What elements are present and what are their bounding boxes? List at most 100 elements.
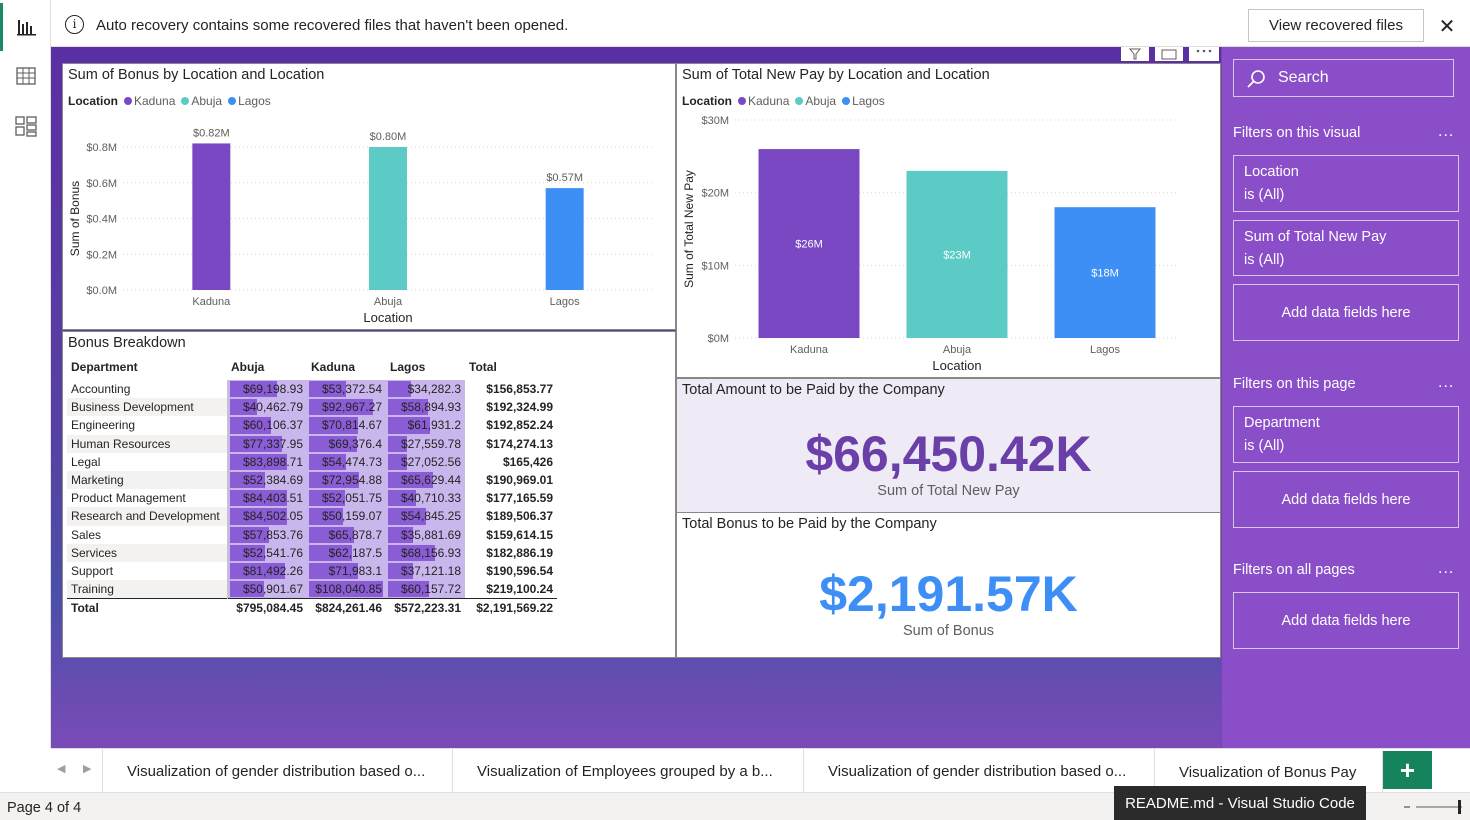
column-header-lagos[interactable]: Lagos (386, 354, 465, 380)
total-cell: $159,614.15 (486, 527, 553, 542)
lagos-cell: $61,931.2 (386, 416, 465, 435)
add-data-fields-visual[interactable]: Add data fields here (1233, 284, 1459, 341)
search-placeholder: Search (1278, 69, 1329, 86)
table-title: Bonus Breakdown (68, 335, 186, 351)
abuja-cell: $84,502.05 (227, 507, 307, 526)
filter-search-input[interactable]: Search (1233, 59, 1454, 97)
page-tab-3[interactable]: Visualization of gender distribution bas… (804, 749, 1155, 793)
bonus-breakdown-table[interactable]: Bonus Breakdown Department Abuja Kaduna … (62, 331, 676, 658)
table-row[interactable]: Research and Development $84,502.05 $50,15… (67, 507, 557, 526)
x-tick-label: Kaduna (790, 344, 829, 356)
table-row[interactable]: Product Management $84,403.51 $52,051.75 $4… (67, 489, 557, 508)
column-header-kaduna[interactable]: Kaduna (307, 354, 386, 380)
y-axis-title: Sum of Bonus (68, 181, 82, 256)
table-row[interactable]: Marketing $52,384.69 $72,954.88 $65,629.44 $… (67, 470, 557, 490)
data-label: $23M (943, 249, 971, 261)
lagos-cell: $27,052.56 (386, 452, 465, 471)
table-view-button[interactable] (0, 52, 51, 100)
filter-field-name: Location (1244, 164, 1299, 180)
table-row[interactable]: Engineering $60,106.37 $70,814.67 $61,931.2… (67, 416, 557, 435)
total-bonus-card[interactable]: Total Bonus to be Paid by the Company $2… (676, 512, 1221, 658)
total-cell: $192,852.24 (486, 418, 553, 433)
close-icon[interactable]: ✕ (1437, 14, 1457, 39)
data-label: $26M (795, 239, 823, 251)
card-label: Sum of Total New Pay (877, 483, 1020, 499)
kaduna-cell: $69,376.4 (307, 434, 386, 453)
filter-field-name: Department (1244, 415, 1320, 431)
add-page-button[interactable]: + (1383, 751, 1432, 789)
total-row-total: $2,191,569.22 (465, 597, 557, 617)
department-cell: Training (67, 580, 228, 599)
abuja-cell: $40,462.79 (227, 398, 307, 417)
lagos-cell: $60,157.72 (386, 580, 465, 599)
total-cell: $165,426 (502, 454, 553, 469)
table-row[interactable]: Training $50,901.67 $108,040.85 $60,157.72 $… (67, 580, 557, 599)
department-cell: Research and Development (67, 507, 228, 526)
kaduna-cell: $71,983.1 (307, 561, 386, 581)
abuja-cell: $83,898.71 (227, 452, 307, 471)
add-data-fields-page[interactable]: Add data fields here (1233, 471, 1459, 528)
page-tab-2[interactable]: Visualization of Employees grouped by a … (453, 749, 804, 793)
kaduna-cell: $65,878.7 (307, 525, 386, 544)
add-data-fields-all-pages[interactable]: Add data fields here (1233, 592, 1459, 649)
filters-on-page-heading: Filters on this page (1233, 376, 1356, 392)
report-view-button[interactable] (0, 3, 51, 51)
table-row[interactable]: Legal $83,898.71 $54,474.73 $27,052.56 $165,… (67, 452, 557, 471)
data-label: $0.57M (546, 172, 583, 184)
abuja-cell: $77,337.95 (227, 434, 307, 453)
table-row[interactable]: Accounting $69,198.93 $53,372.54 $34,282.3 $… (67, 380, 557, 399)
column-header-abuja[interactable]: Abuja (227, 354, 307, 380)
table-header-row: Department Abuja Kaduna Lagos Total (67, 354, 557, 380)
more-options-icon[interactable]: ... (1438, 123, 1454, 141)
scroll-left-icon[interactable]: ◀ (57, 762, 65, 775)
y-tick-label: $0.0M (86, 285, 117, 297)
zoom-slider[interactable] (1400, 799, 1468, 815)
filters-on-visual-heading: Filters on this visual (1233, 125, 1361, 141)
card-label: Sum of Bonus (902, 623, 995, 639)
filter-field-name: Sum of Total New Pay (1244, 229, 1387, 245)
department-cell: Support (67, 561, 228, 581)
model-view-button[interactable] (0, 102, 51, 150)
lagos-cell: $65,629.44 (386, 470, 465, 490)
abuja-cell: $81,492.26 (227, 561, 307, 581)
more-options-icon[interactable]: ... (1438, 374, 1454, 392)
kaduna-cell: $52,051.75 (307, 489, 386, 508)
table-row[interactable]: Human Resources $77,337.95 $69,376.4 $27,55… (67, 434, 557, 453)
lagos-cell: $35,881.69 (386, 525, 465, 544)
bonus-by-location-chart[interactable]: Sum of Bonus by Location and Location Lo… (62, 63, 676, 330)
bonus-chart-plot: $0.0M $0.2M $0.4M $0.6M $0.8M $0.82M Kaduna $0.… (68, 127, 653, 325)
data-label: $18M (1091, 268, 1119, 280)
x-tick-label: Lagos (550, 296, 580, 308)
page-tab-1[interactable]: Visualization of gender distribution bas… (102, 749, 453, 793)
column-header-department[interactable]: Department (67, 354, 227, 380)
table-row[interactable]: Sales $57,853.76 $65,878.7 $35,881.69 $159,6… (67, 525, 557, 544)
scroll-right-icon[interactable]: ▶ (83, 762, 91, 775)
total-amount-card[interactable]: Total Amount to be Paid by the Company $… (676, 378, 1221, 513)
table-row[interactable]: Support $81,492.26 $71,983.1 $37,121.18 $190… (67, 561, 557, 581)
total-row-dept: Total (67, 597, 227, 617)
bar-lagos (545, 188, 584, 290)
view-recovered-files-button[interactable]: View recovered files (1248, 9, 1424, 42)
filter-state: is (All) (1244, 438, 1285, 454)
filters-on-all-pages-heading: Filters on all pages (1233, 562, 1355, 578)
lagos-cell: $68,156.93 (386, 543, 465, 562)
more-options-icon[interactable]: ... (1438, 560, 1454, 578)
card-title: Total Amount to be Paid by the Company (682, 382, 945, 398)
total-cell: $189,506.37 (486, 509, 553, 524)
y-tick-label: $0.8M (86, 142, 117, 154)
table-row[interactable]: Business Development $40,462.79 $92,967.27… (67, 398, 557, 417)
filter-card-total-new-pay[interactable]: Sum of Total New Pay is (All) (1233, 220, 1459, 276)
total-cell: $182,886.19 (486, 545, 553, 560)
lagos-cell: $37,121.18 (386, 561, 465, 581)
x-tick-label: Abuja (943, 344, 972, 356)
kaduna-cell: $70,814.67 (307, 416, 386, 435)
table-row[interactable]: Services $52,541.76 $62,187.5 $68,156.93 $18… (67, 543, 557, 562)
column-header-total[interactable]: Total (465, 354, 557, 380)
y-tick-label: $30M (701, 115, 729, 127)
total-new-pay-by-location-chart[interactable]: Sum of Total New Pay by Location and Loc… (676, 63, 1221, 378)
filter-card-location[interactable]: Location is (All) (1233, 155, 1459, 212)
department-cell: Accounting (67, 380, 228, 399)
filter-card-department[interactable]: Department is (All) (1233, 406, 1459, 463)
data-label: $0.82M (193, 127, 230, 139)
total-row-lagos: $572,223.31 (386, 597, 465, 617)
